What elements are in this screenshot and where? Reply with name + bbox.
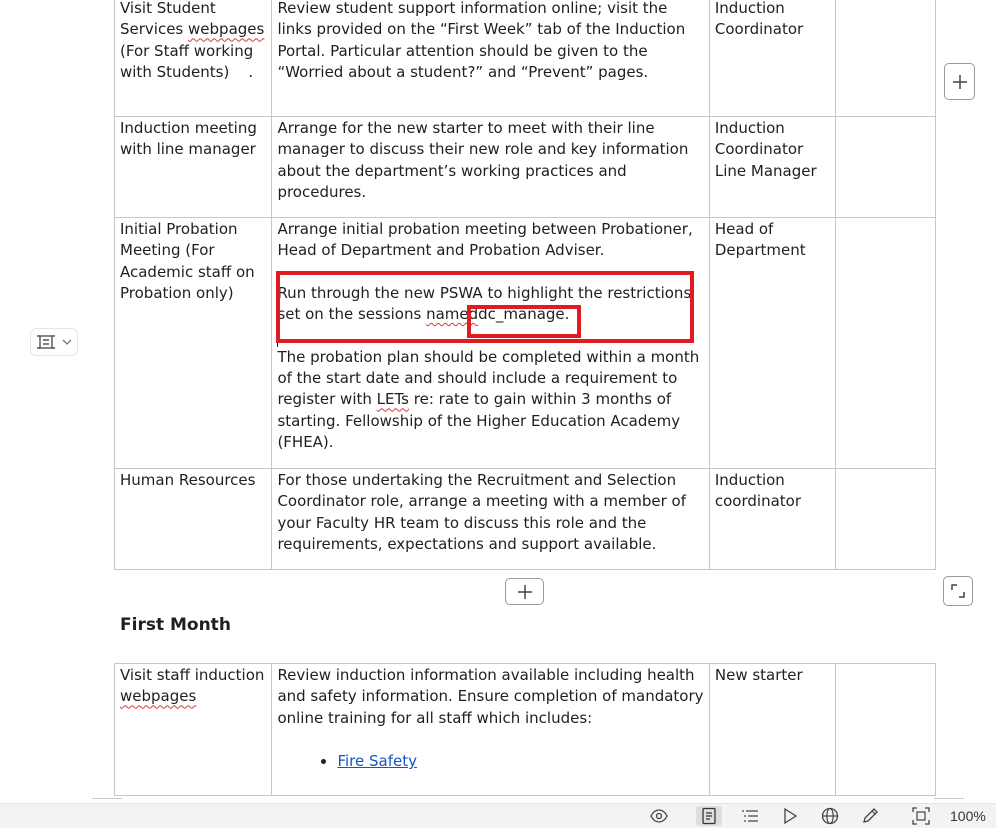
list-item: Fire Safety <box>337 751 703 772</box>
fit-screen-button[interactable] <box>908 807 934 825</box>
table-cell-activity[interactable]: Visit staff induction webpages <box>113 663 273 796</box>
cell-text: Arrange for the new starter to meet with… <box>277 119 689 202</box>
page-view-button[interactable] <box>696 806 722 826</box>
spellcheck-word[interactable]: webpages <box>120 687 196 705</box>
spellcheck-word[interactable]: named <box>426 305 478 323</box>
table-cell-responsible[interactable]: Induction Coordinator Line Manager <box>708 116 836 218</box>
cell-text: (For Staff working with Students) . <box>120 41 259 82</box>
annotate-button[interactable] <box>857 807 883 825</box>
cell-text: Induction Coordinator <box>714 119 804 159</box>
table-cell-description[interactable]: For those undertaking the Recruitment an… <box>271 468 710 570</box>
page-view-icon <box>702 807 716 825</box>
cell-text: Line Manager <box>714 161 817 180</box>
text-cursor <box>277 325 279 347</box>
cell-text: Review induction information available i… <box>277 666 704 727</box>
cell-text: Induction meeting with line manager <box>120 119 257 159</box>
page-corner-marker <box>92 798 122 799</box>
table-row: Induction meeting with line manager Arra… <box>113 116 937 218</box>
document-canvas[interactable]: Visit Student Services webpages (For Sta… <box>0 0 996 803</box>
present-button[interactable] <box>777 807 803 825</box>
corner-resize-icon <box>951 584 965 598</box>
table-cell-activity[interactable]: Visit Student Services webpages (For Sta… <box>113 0 273 117</box>
section-heading: First Month <box>120 615 231 635</box>
table-row: Initial Probation Meeting (For Academic … <box>113 217 937 469</box>
table-cell-responsible[interactable]: Induction Coordinator <box>708 0 836 117</box>
zoom-level[interactable]: 100% <box>950 808 986 824</box>
induction-table-first-week: Visit Student Services webpages (For Sta… <box>113 0 937 570</box>
page-corner-marker <box>934 798 964 799</box>
table-row: Visit Student Services webpages (For Sta… <box>113 0 937 117</box>
pen-icon <box>863 808 878 823</box>
cell-text: Review student support information onlin… <box>277 0 686 82</box>
cell-text: For those undertaking the Recruitment an… <box>277 471 686 554</box>
cell-text: Visit staff induction <box>120 666 265 684</box>
bullet-list: Fire Safety <box>277 751 703 772</box>
highlighted-session-name[interactable]: dc_manage. <box>478 305 569 323</box>
cell-text: Head of Department <box>714 220 806 260</box>
plus-icon <box>517 584 532 599</box>
cell-text: Services <box>120 20 189 39</box>
table-cell-responsible[interactable]: New starter <box>708 663 836 796</box>
table-cell-activity[interactable]: Induction meeting with line manager <box>113 116 273 218</box>
induction-table-first-month: Visit staff induction webpages Review in… <box>113 663 937 796</box>
table-row: Human Resources For those undertaking th… <box>113 468 937 570</box>
read-mode-button[interactable] <box>646 807 672 825</box>
cell-paragraph: The probation plan should be completed w… <box>277 347 703 454</box>
table-cell-responsible[interactable]: Head of Department <box>708 217 836 469</box>
globe-icon <box>821 807 839 825</box>
fit-screen-icon <box>912 807 930 825</box>
cell-text: New starter <box>714 666 803 684</box>
play-icon <box>784 807 798 825</box>
block-frame-icon <box>37 335 55 349</box>
spellcheck-word[interactable]: webpages <box>188 20 264 38</box>
table-row: Visit staff induction webpages Review in… <box>113 663 937 796</box>
table-cell-responsible[interactable]: Induction coordinator <box>708 468 836 570</box>
cell-text: Induction coordinator <box>714 471 801 511</box>
fire-safety-link[interactable]: Fire Safety <box>337 752 417 770</box>
table-cell-description[interactable]: Review induction information available i… <box>271 663 710 796</box>
cell-text: Initial Probation Meeting (For Academic … <box>120 220 255 303</box>
plus-icon <box>952 74 967 89</box>
status-bar: 100% <box>0 803 996 828</box>
table-cell-notes[interactable] <box>834 116 937 218</box>
table-cell-description[interactable]: Arrange initial probation meeting betwee… <box>271 217 710 469</box>
add-column-button[interactable] <box>944 63 975 100</box>
cell-text: Induction Coordinator <box>714 0 804 39</box>
chevron-down-icon <box>62 339 72 345</box>
table-cell-notes[interactable] <box>834 468 937 570</box>
eye-icon <box>650 809 668 823</box>
cell-text: Human Resources <box>120 471 256 489</box>
table-cell-description[interactable]: Review student support information onlin… <box>271 0 710 117</box>
table-cell-notes[interactable] <box>834 663 937 796</box>
block-handle[interactable] <box>30 328 78 356</box>
table-resize-button[interactable] <box>943 576 973 606</box>
outline-icon <box>742 810 758 822</box>
spellcheck-word[interactable]: LETs <box>377 390 409 408</box>
table-cell-description[interactable]: Arrange for the new starter to meet with… <box>271 116 710 218</box>
cell-text: Visit Student <box>120 0 216 17</box>
table-cell-activity[interactable]: Initial Probation Meeting (For Academic … <box>113 217 273 469</box>
cell-paragraph: Arrange initial probation meeting betwee… <box>277 220 693 260</box>
table-cell-activity[interactable]: Human Resources <box>113 468 273 570</box>
table-cell-notes[interactable] <box>834 0 937 117</box>
web-view-button[interactable] <box>817 807 843 825</box>
table-cell-notes[interactable] <box>834 217 937 469</box>
add-row-button[interactable] <box>505 578 544 605</box>
outline-view-button[interactable] <box>737 807 763 825</box>
cell-paragraph-highlighted: Run through the new PSWA to highlight th… <box>277 283 703 326</box>
